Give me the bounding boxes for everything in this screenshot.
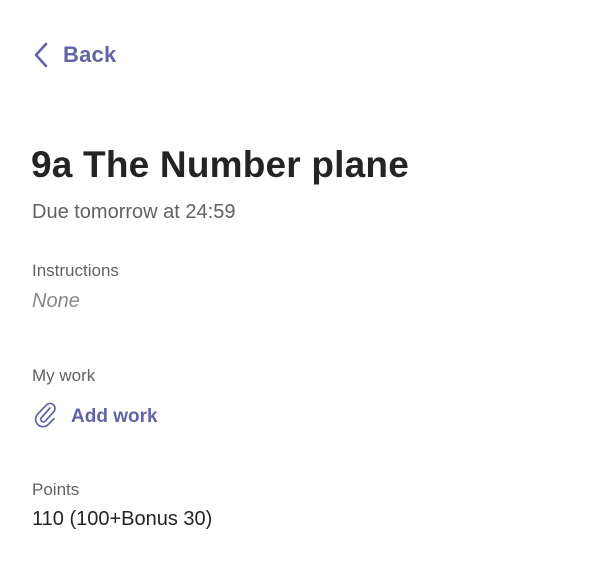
back-button[interactable]: Back	[33, 42, 116, 68]
chevron-left-icon	[33, 42, 49, 68]
instructions-label: Instructions	[32, 261, 119, 280]
my-work-label: My work	[32, 366, 96, 385]
points-value: 110 (100+Bonus 30)	[32, 508, 213, 530]
assignment-title: 9a The Number plane	[31, 144, 410, 185]
due-date: Due tomorrow at 24:59	[32, 201, 236, 223]
paperclip-icon	[33, 400, 57, 433]
back-label: Back	[63, 42, 117, 67]
add-work-button[interactable]: Add work	[33, 400, 158, 433]
points-label: Points	[32, 480, 80, 499]
instructions-value: None	[32, 290, 80, 312]
add-work-label: Add work	[71, 405, 158, 427]
